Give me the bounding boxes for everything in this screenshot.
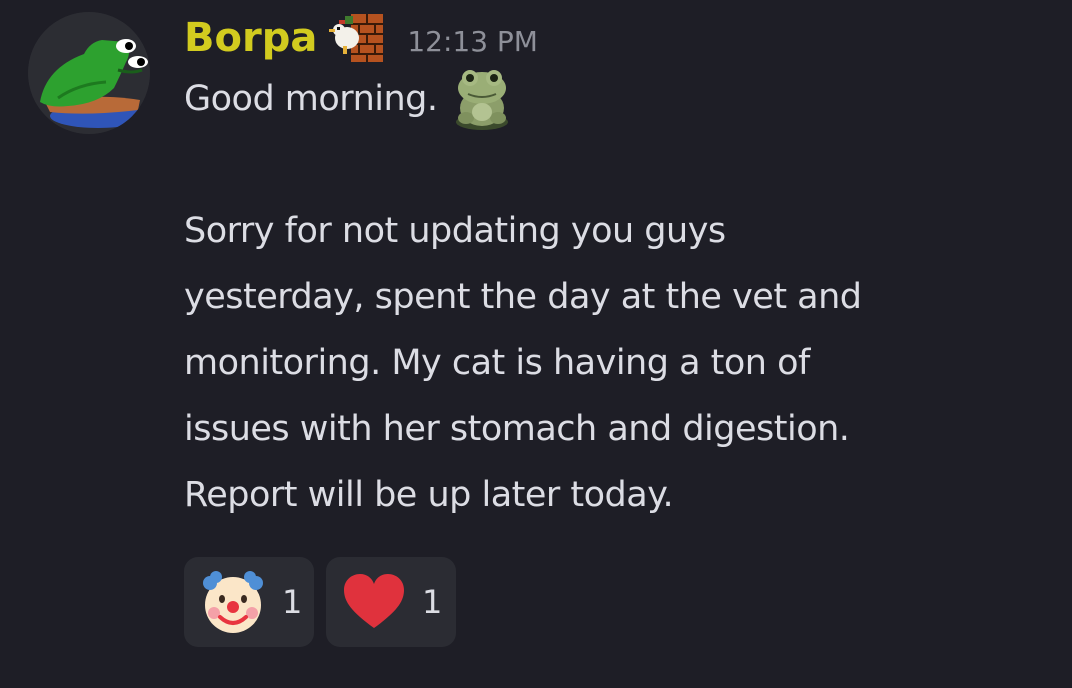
red-heart-emoji <box>344 574 404 628</box>
message-text-line-6: issues with her stomach and digestion. <box>184 409 850 449</box>
message-timestamp[interactable]: 12:13 PM <box>407 25 538 58</box>
message-text-line-7: Report will be up later today. <box>184 475 674 515</box>
clown-face-emoji <box>203 571 263 633</box>
author-name[interactable]: Borpa <box>184 15 317 61</box>
message-text-line-1: Good morning. <box>184 79 438 119</box>
message-text-line-3: Sorry for not updating you guys <box>184 211 726 251</box>
chat-message: Borpa 12:13 PM Good morning. Sorry for n… <box>0 0 1072 688</box>
message-text-line-5: monitoring. My cat is having a ton of <box>184 343 810 383</box>
green-frog-avatar-icon <box>28 12 150 134</box>
message-content: Good morning. Sorry for not updating you… <box>184 66 1034 528</box>
reaction-clown[interactable]: 1 <box>184 557 314 647</box>
reaction-heart[interactable]: 1 <box>326 557 456 647</box>
frog-sitting-emoji[interactable] <box>448 66 516 132</box>
pixel-bird-brick-icon[interactable] <box>329 12 385 64</box>
reaction-count: 1 <box>422 583 443 621</box>
message-text-line-4: yesterday, spent the day at the vet and <box>184 277 862 317</box>
reactions-bar: 1 1 <box>184 557 456 647</box>
message-line: Good morning. <box>184 66 1034 132</box>
user-avatar[interactable] <box>28 12 150 134</box>
message-header: Borpa 12:13 PM <box>184 10 538 66</box>
reaction-count: 1 <box>282 583 303 621</box>
